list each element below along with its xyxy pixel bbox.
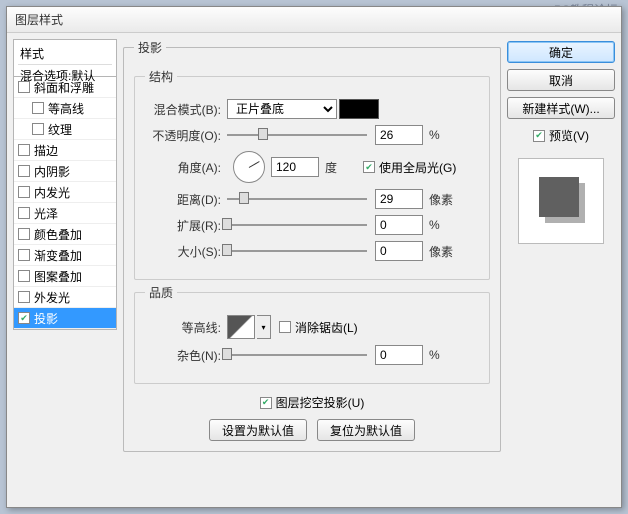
style-checkbox[interactable] <box>32 123 44 135</box>
style-label: 光泽 <box>34 205 58 222</box>
titlebar: 图层样式 <box>7 7 621 33</box>
style-item-10[interactable]: 外发光 <box>14 287 116 308</box>
preview-checkbox[interactable] <box>533 130 545 142</box>
style-label: 等高线 <box>48 100 84 117</box>
style-label: 内阴影 <box>34 163 70 180</box>
style-checkbox[interactable] <box>32 102 44 114</box>
style-checkbox[interactable] <box>18 291 30 303</box>
effect-settings: 投影 结构 混合模式(B): 正片叠底 不透明度(O): % <box>123 39 501 501</box>
dialog-buttons: 确定 取消 新建样式(W)... 预览(V) <box>507 39 615 501</box>
style-item-5[interactable]: 内发光 <box>14 182 116 203</box>
shadow-color-swatch[interactable] <box>339 99 379 119</box>
opacity-input[interactable] <box>375 125 423 145</box>
styles-sidebar: 样式 混合选项:默认 斜面和浮雕等高线纹理描边内阴影内发光光泽颜色叠加渐变叠加图… <box>13 39 117 501</box>
style-checkbox[interactable] <box>18 81 30 93</box>
global-light-label: 使用全局光(G) <box>379 159 456 176</box>
size-label: 大小(S): <box>145 243 227 260</box>
angle-input[interactable] <box>271 157 319 177</box>
anti-alias-checkbox[interactable] <box>279 321 291 333</box>
styles-heading[interactable]: 样式 <box>18 43 112 64</box>
drop-shadow-group: 投影 结构 混合模式(B): 正片叠底 不透明度(O): % <box>123 39 501 452</box>
style-checkbox[interactable] <box>18 312 30 324</box>
style-label: 颜色叠加 <box>34 226 82 243</box>
global-light-checkbox[interactable] <box>363 161 375 173</box>
style-label: 内发光 <box>34 184 70 201</box>
new-style-button[interactable]: 新建样式(W)... <box>507 97 615 119</box>
anti-alias-label: 消除锯齿(L) <box>295 319 358 336</box>
styles-list: 斜面和浮雕等高线纹理描边内阴影内发光光泽颜色叠加渐变叠加图案叠加外发光投影 <box>13 77 117 330</box>
style-label: 描边 <box>34 142 58 159</box>
style-checkbox[interactable] <box>18 165 30 177</box>
style-item-2[interactable]: 纹理 <box>14 119 116 140</box>
style-checkbox[interactable] <box>18 228 30 240</box>
angle-label: 角度(A): <box>145 159 227 176</box>
style-item-4[interactable]: 内阴影 <box>14 161 116 182</box>
style-item-0[interactable]: 斜面和浮雕 <box>14 77 116 98</box>
style-label: 渐变叠加 <box>34 247 82 264</box>
style-checkbox[interactable] <box>18 144 30 156</box>
style-label: 纹理 <box>48 121 72 138</box>
style-label: 外发光 <box>34 289 70 306</box>
make-default-button[interactable]: 设置为默认值 <box>209 419 307 441</box>
blend-mode-select[interactable]: 正片叠底 <box>227 99 337 119</box>
style-label: 图案叠加 <box>34 268 82 285</box>
opacity-slider[interactable] <box>227 128 367 142</box>
dialog-title: 图层样式 <box>15 11 63 28</box>
style-item-1[interactable]: 等高线 <box>14 98 116 119</box>
contour-picker[interactable] <box>227 315 255 339</box>
distance-input[interactable] <box>375 189 423 209</box>
style-item-9[interactable]: 图案叠加 <box>14 266 116 287</box>
knockout-checkbox[interactable] <box>260 397 272 409</box>
preview-label: 预览(V) <box>549 127 589 144</box>
size-slider[interactable] <box>227 244 367 258</box>
drop-shadow-legend: 投影 <box>134 39 166 56</box>
style-item-6[interactable]: 光泽 <box>14 203 116 224</box>
size-input[interactable] <box>375 241 423 261</box>
distance-slider[interactable] <box>227 192 367 206</box>
styles-header[interactable]: 样式 混合选项:默认 <box>13 39 117 77</box>
style-item-7[interactable]: 颜色叠加 <box>14 224 116 245</box>
quality-group: 品质 等高线: ▾ 消除锯齿(L) 杂色(N): <box>134 284 490 384</box>
cancel-button[interactable]: 取消 <box>507 69 615 91</box>
noise-input[interactable] <box>375 345 423 365</box>
structure-group: 结构 混合模式(B): 正片叠底 不透明度(O): % <box>134 68 490 280</box>
style-checkbox[interactable] <box>18 249 30 261</box>
reset-default-button[interactable]: 复位为默认值 <box>317 419 415 441</box>
knockout-label: 图层挖空投影(U) <box>276 394 365 411</box>
layer-style-dialog: 图层样式 样式 混合选项:默认 斜面和浮雕等高线纹理描边内阴影内发光光泽颜色叠加… <box>6 6 622 508</box>
style-item-8[interactable]: 渐变叠加 <box>14 245 116 266</box>
noise-slider[interactable] <box>227 348 367 362</box>
style-checkbox[interactable] <box>18 270 30 282</box>
style-checkbox[interactable] <box>18 186 30 198</box>
preview-thumbnail <box>518 158 604 244</box>
opacity-label: 不透明度(O): <box>145 127 227 144</box>
contour-label: 等高线: <box>145 319 227 336</box>
style-label: 斜面和浮雕 <box>34 79 94 96</box>
contour-dropdown-icon[interactable]: ▾ <box>257 315 271 339</box>
distance-label: 距离(D): <box>145 191 227 208</box>
style-checkbox[interactable] <box>18 207 30 219</box>
angle-dial[interactable] <box>233 151 265 183</box>
style-item-11[interactable]: 投影 <box>14 308 116 329</box>
ok-button[interactable]: 确定 <box>507 41 615 63</box>
blend-mode-label: 混合模式(B): <box>145 101 227 118</box>
style-item-3[interactable]: 描边 <box>14 140 116 161</box>
spread-slider[interactable] <box>227 218 367 232</box>
spread-input[interactable] <box>375 215 423 235</box>
style-label: 投影 <box>34 310 58 327</box>
noise-label: 杂色(N): <box>145 347 227 364</box>
spread-label: 扩展(R): <box>145 217 227 234</box>
